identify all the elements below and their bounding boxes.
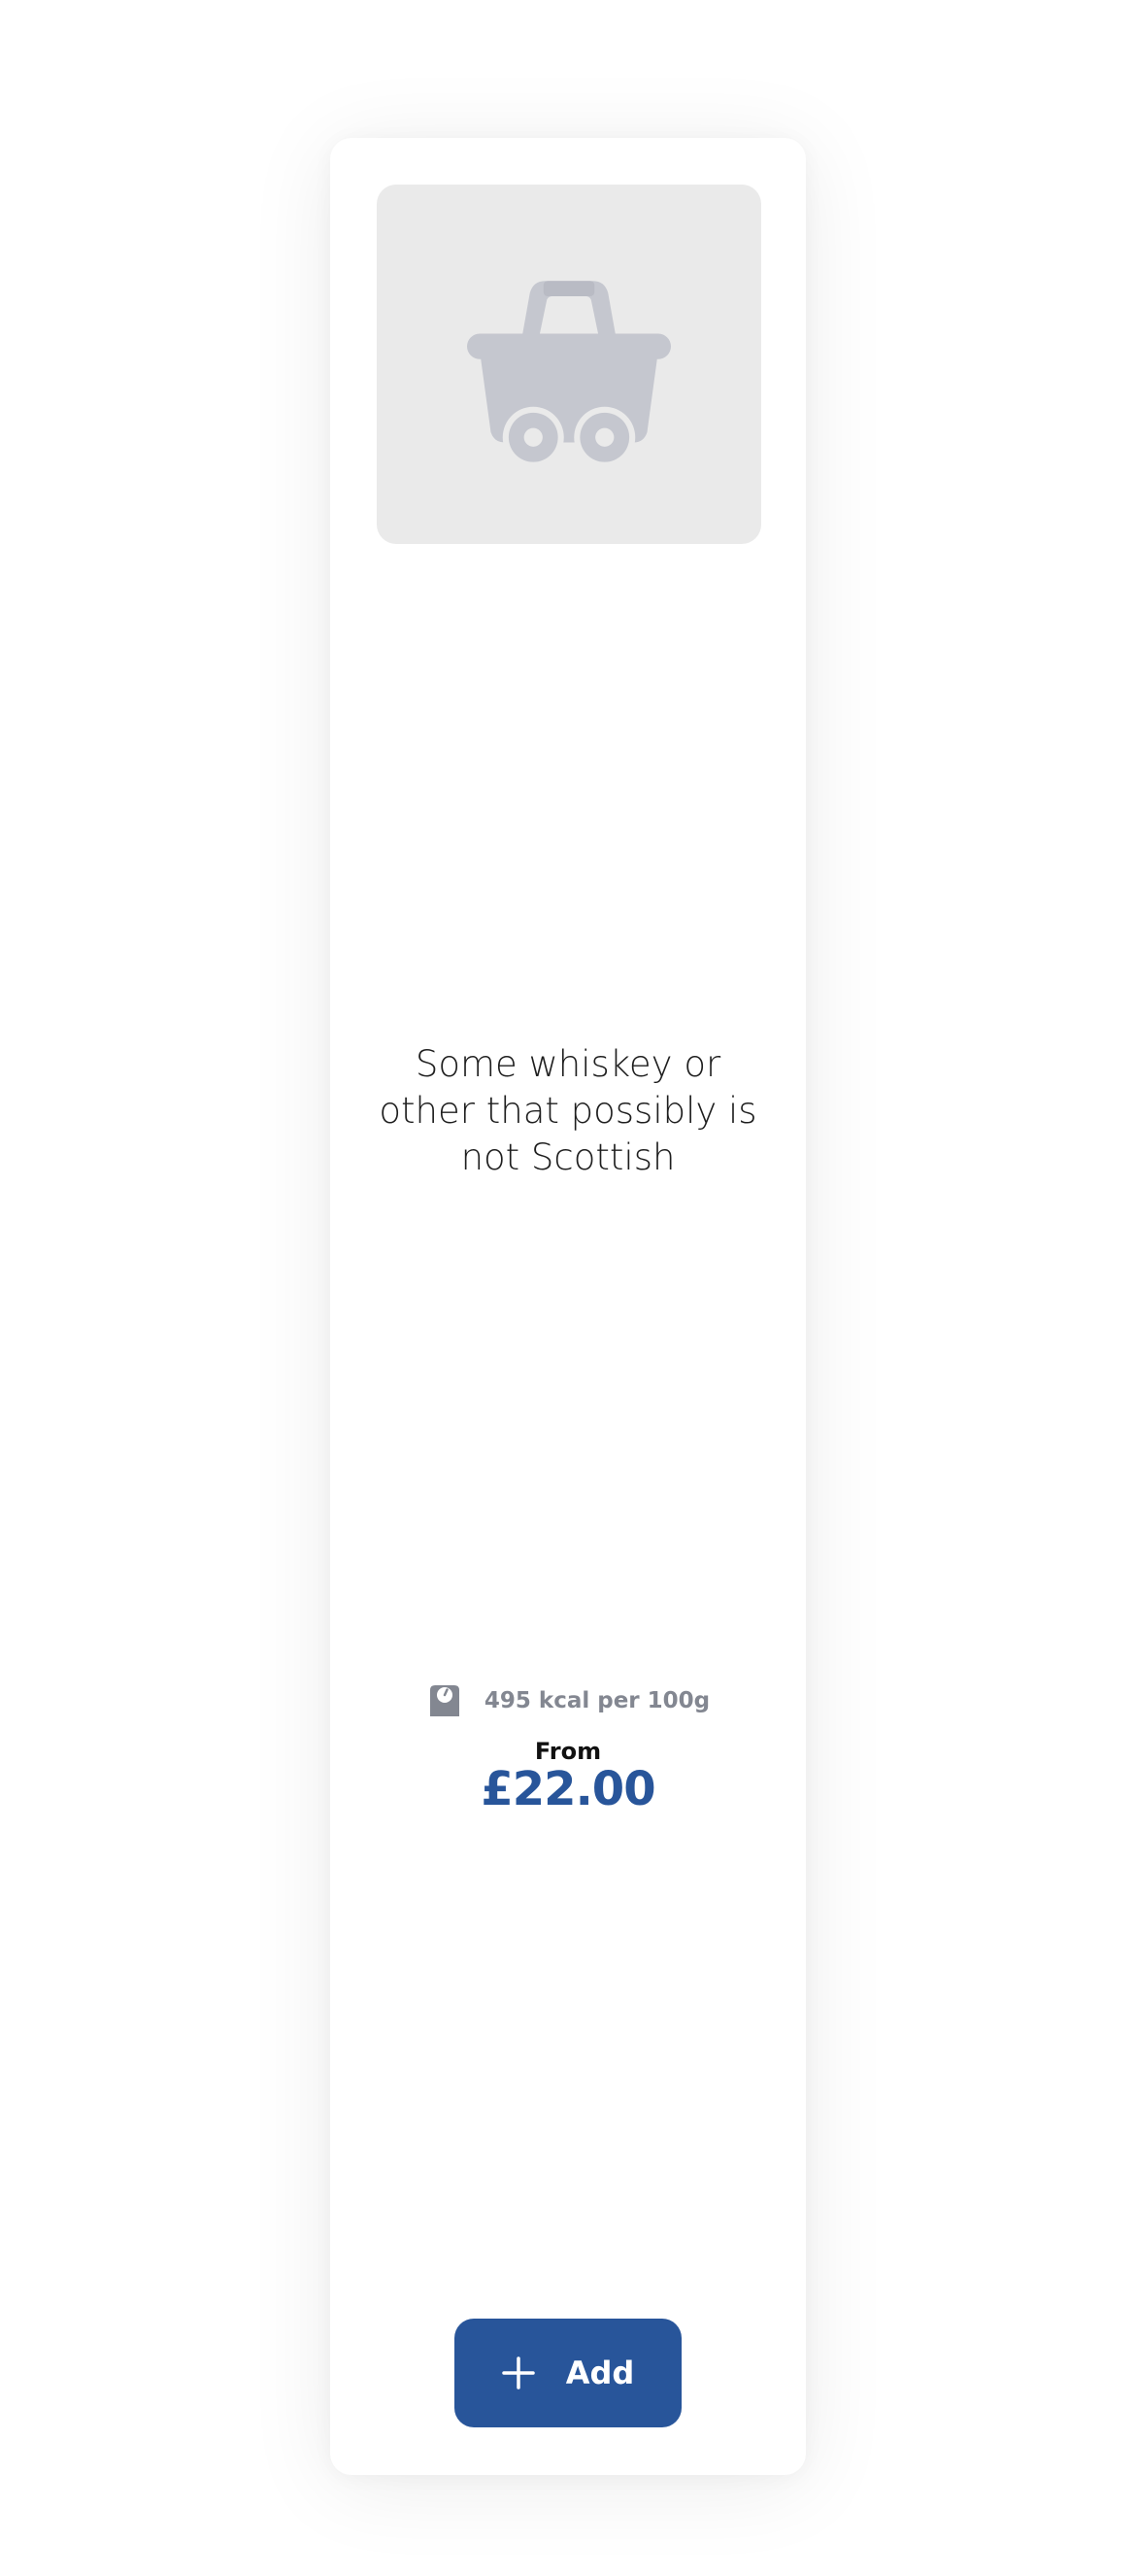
product-title: Some whiskey or other that possibly is n…: [379, 1043, 757, 1178]
basket-icon: [467, 281, 671, 466]
nutrition-info: 495 kcal per 100g: [330, 1682, 806, 1719]
scale-icon: [426, 1682, 463, 1719]
product-price: £22.00: [481, 1762, 655, 1816]
add-button-label: Add: [565, 2355, 635, 2391]
price-prefix: From: [534, 1738, 602, 1765]
product-card: Some whiskey or other that possibly is n…: [330, 138, 806, 2475]
add-button[interactable]: Add: [454, 2319, 682, 2427]
product-image-placeholder: [377, 185, 761, 544]
nutrition-text: 495 kcal per 100g: [484, 1688, 711, 1713]
plus-icon: [501, 2356, 535, 2390]
